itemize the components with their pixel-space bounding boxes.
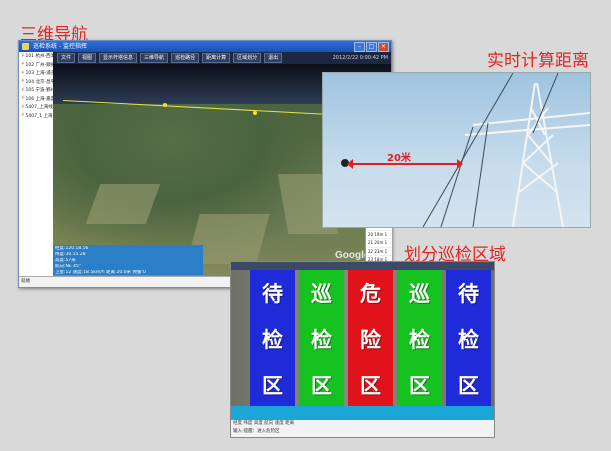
zones-footer-row: 输入-提醒：进入危险区 xyxy=(233,429,280,434)
zone-char: 待 xyxy=(262,282,283,306)
close-button[interactable]: × xyxy=(378,42,389,52)
title-bar: 巡检系统 - 监控指挥 – □ × xyxy=(19,41,391,52)
realtime-distance-photo: 20米 xyxy=(322,72,591,228)
zone-char: 巡 xyxy=(409,282,430,306)
tower-icon: ⚡ xyxy=(21,86,25,93)
tree-item-label: 103 上海-浦东 xyxy=(25,71,56,77)
zones-footer-row: 经度 纬度 高度 航向 速度 距离 xyxy=(233,421,295,426)
tree-item[interactable]: ⚡ 101 杭州-西湖线 xyxy=(19,52,60,61)
tree-item-label: 105 宁波-鄞州 xyxy=(25,88,56,94)
zone-wait-2[interactable]: 待检区 xyxy=(446,270,491,408)
window-title: 巡检系统 - 监控指挥 xyxy=(33,43,87,50)
zone-char: 检 xyxy=(458,328,479,352)
app-icon xyxy=(22,43,29,50)
zone-char: 待 xyxy=(458,282,479,306)
zone-char: 险 xyxy=(360,328,381,352)
zone-char: 检 xyxy=(409,328,430,352)
tree-item[interactable]: ⚡ 105 宁波-鄞州 xyxy=(19,86,56,95)
list-item[interactable]: 21 20m 1 xyxy=(367,239,392,248)
status-panel: 经度:120.18.56 纬度:30.15.28 高度:57米 航向:NE 45° 卫星… xyxy=(53,245,203,281)
tree-item[interactable]: ⚡ 102 广州-顺德 xyxy=(19,61,56,70)
tower-icon: ⚡ xyxy=(21,112,25,119)
zone-char: 巡 xyxy=(311,282,332,306)
toolbar-button[interactable]: 视图 xyxy=(78,53,97,63)
tree-item[interactable]: ⚡ 5407_上海线路 xyxy=(19,103,57,112)
tower-icon: ⚡ xyxy=(21,52,25,59)
timestamp: 2012/2/22 0:00:42 PM xyxy=(332,55,388,61)
inspection-zones-view[interactable]: 待检区巡检区危险区巡检区待检区 经度 纬度 高度 航向 速度 距离 输入-提醒：进… xyxy=(230,261,495,438)
zone-char: 区 xyxy=(458,374,479,398)
tree-item[interactable]: ⚡ 104 北京-昌平 xyxy=(19,78,56,87)
tree-item-label: 106 上海-嘉定 xyxy=(25,96,56,102)
maximize-button[interactable]: □ xyxy=(366,42,377,52)
distance-value: 20米 xyxy=(387,153,411,164)
zone-char: 危 xyxy=(360,282,381,306)
zone-char: 区 xyxy=(360,374,381,398)
toolbar-button[interactable]: 文件 xyxy=(57,53,76,63)
realtime-distance-label: 实时计算距离 xyxy=(487,51,589,71)
zones-status-strip xyxy=(231,406,494,420)
tower-icon: ⚡ xyxy=(21,61,25,68)
zone-char: 检 xyxy=(262,328,283,352)
toolbar-button[interactable]: 距离计算 xyxy=(202,53,231,63)
line-tree: ⚡ 101 杭州-西湖线 ⚡ 102 广州-顺德 ⚡ 103 上海-浦东 ⚡ 104 北京-昌… xyxy=(19,52,60,284)
zone-char: 区 xyxy=(311,374,332,398)
zone-char: 区 xyxy=(262,374,283,398)
zone-char: 区 xyxy=(409,374,430,398)
tree-item-label: 104 北京-昌平 xyxy=(25,79,56,85)
minimize-button[interactable]: – xyxy=(354,42,365,52)
power-tower-icon xyxy=(422,73,590,227)
list-item[interactable]: 20 19m 1 xyxy=(367,231,392,239)
tower-icon: ⚡ xyxy=(21,69,25,76)
tower-marker[interactable] xyxy=(163,103,167,107)
zone-patrol-1[interactable]: 巡检区 xyxy=(299,270,344,408)
toolbar: 文件 视图 显示杆塔信息 三维导航 巡检路径 距离计算 区域划分 退出 2012/2/22 0… xyxy=(53,52,391,64)
tower-icon: ⚡ xyxy=(21,95,25,102)
tree-item[interactable]: ⚡ 103 上海-浦东 xyxy=(19,69,56,78)
tower-icon: ⚡ xyxy=(21,78,25,85)
tree-item[interactable]: ⚡ 106 上海-嘉定 xyxy=(19,95,56,104)
zones-toolbar xyxy=(231,262,494,270)
zone-patrol-2[interactable]: 巡检区 xyxy=(397,270,442,408)
toolbar-button[interactable]: 显示杆塔信息 xyxy=(99,53,138,63)
toolbar-button[interactable]: 退出 xyxy=(264,53,283,63)
zone-char: 检 xyxy=(311,328,332,352)
toolbar-button[interactable]: 巡检路径 xyxy=(171,53,200,63)
zone-wait[interactable]: 待检区 xyxy=(250,270,295,408)
list-item[interactable]: 22 23m 1 xyxy=(367,248,392,256)
zones-footer: 经度 纬度 高度 航向 速度 距离 输入-提醒：进入危险区 xyxy=(231,420,494,437)
tree-item-label: 102 广州-顺德 xyxy=(25,62,56,68)
tower-icon: ⚡ xyxy=(21,103,25,110)
tower-marker[interactable] xyxy=(253,111,257,115)
window-controls: – □ × xyxy=(354,42,389,52)
zone-danger[interactable]: 危险区 xyxy=(348,270,393,408)
toolbar-button[interactable]: 区域划分 xyxy=(233,53,262,63)
toolbar-button[interactable]: 三维导航 xyxy=(140,53,169,63)
tree-item[interactable]: ⚡ 5407_1 上海#2 xyxy=(19,112,59,121)
